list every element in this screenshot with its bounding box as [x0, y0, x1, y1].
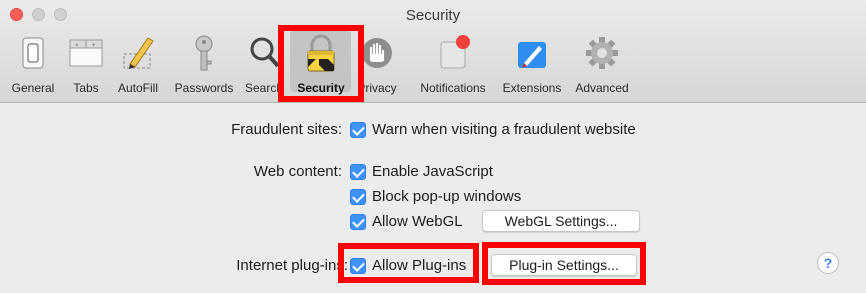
- toolbar-search[interactable]: Search: [240, 28, 288, 98]
- plugin-settings-button[interactable]: Plug-in Settings...: [491, 254, 637, 276]
- toolbar-tabs[interactable]: × + Tabs: [64, 28, 108, 98]
- block-popups-checkbox[interactable]: [350, 189, 366, 205]
- general-switch-icon: [22, 37, 44, 69]
- webgl-settings-button[interactable]: WebGL Settings...: [482, 210, 640, 232]
- toolbar-advanced[interactable]: Advanced: [570, 28, 634, 98]
- tabs-icon: × +: [69, 39, 103, 67]
- internet-plugins-label: Internet plug-ins:: [236, 257, 348, 274]
- block-popups-label: Block pop-up windows: [372, 188, 522, 205]
- svg-text:+: +: [92, 43, 96, 49]
- allow-plugins-label: Allow Plug-ins: [372, 257, 467, 274]
- hand-icon: [362, 38, 392, 68]
- toolbar-privacy[interactable]: Privacy: [352, 28, 402, 98]
- fraudulent-warning-label: Warn when visiting a fraudulent website: [372, 121, 636, 138]
- allow-webgl-label: Allow WebGL: [372, 213, 463, 230]
- allow-plugins-checkbox[interactable]: [350, 258, 366, 274]
- fraudulent-warning-checkbox[interactable]: [350, 122, 366, 138]
- enable-javascript-label: Enable JavaScript: [372, 163, 493, 180]
- help-button[interactable]: ?: [817, 252, 839, 274]
- window-titlebar: Security General × + Tabs AutoFill Passw…: [0, 0, 866, 103]
- gear-icon: [586, 37, 618, 69]
- extensions-puzzle-icon: [518, 42, 546, 68]
- toolbar-extensions[interactable]: Extensions: [496, 28, 568, 98]
- autofill-pencil-icon: [123, 37, 154, 69]
- enable-javascript-checkbox[interactable]: [350, 164, 366, 180]
- svg-text:×: ×: [75, 43, 79, 49]
- magnifier-icon: [250, 37, 280, 68]
- allow-webgl-checkbox[interactable]: [350, 214, 366, 230]
- toolbar-autofill[interactable]: AutoFill: [112, 28, 164, 98]
- toolbar-notifications[interactable]: Notifications: [410, 28, 496, 98]
- web-content-label: Web content:: [253, 163, 342, 180]
- toolbar-security[interactable]: Security: [292, 28, 350, 98]
- key-icon: [195, 35, 213, 71]
- toolbar-general[interactable]: General: [8, 28, 58, 98]
- padlock-icon: [307, 34, 335, 72]
- toolbar-passwords[interactable]: Passwords: [170, 28, 238, 98]
- fraudulent-sites-label: Fraudulent sites:: [231, 121, 342, 138]
- window-title: Security: [405, 7, 461, 24]
- notification-badge-icon: [440, 35, 470, 69]
